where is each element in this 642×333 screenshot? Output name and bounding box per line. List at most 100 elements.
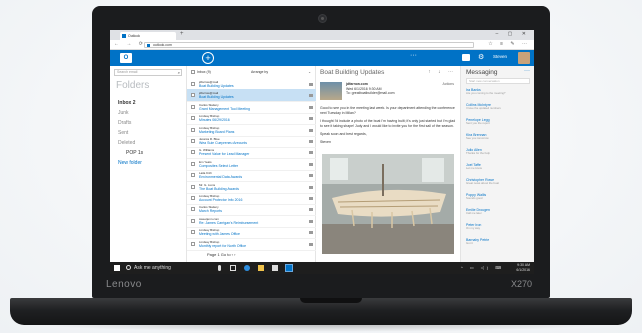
browser-toolbar-icons[interactable]: ☆ ≡ ✎ ⋯: [488, 41, 530, 47]
row-checkbox[interactable]: [191, 184, 195, 189]
folder-sent[interactable]: Sent: [118, 128, 143, 138]
contact-item[interactable]: Barnaby Petrie Got it: [466, 238, 532, 246]
new-tab-icon[interactable]: +: [180, 31, 184, 37]
cortana-placeholder: Ask me anything: [134, 265, 171, 271]
gear-icon[interactable]: ⚙: [478, 53, 484, 61]
task-view-icon[interactable]: [230, 265, 236, 271]
folder-junk[interactable]: Junk: [118, 108, 143, 118]
row-subject: The Boat Building Awards: [199, 186, 240, 191]
actions-link[interactable]: Actions: [443, 82, 454, 86]
envelope-icon: [309, 185, 313, 189]
contact-status: Are you coming to the meeting?: [466, 91, 506, 95]
folder-label: Inbox: [118, 100, 132, 106]
chevron-down-icon[interactable]: ⌄: [308, 70, 311, 74]
envelope-icon: [309, 219, 313, 223]
outlook-favicon-icon: [122, 34, 126, 38]
messaging-pane: Messaging ··· Start new conversation Ira…: [460, 66, 534, 262]
row-checkbox[interactable]: [191, 241, 195, 246]
row-checkbox[interactable]: [191, 161, 195, 166]
contact-status: Call me later: [466, 211, 482, 215]
body-paragraph: I thought I'd include a photo of the boa…: [320, 119, 456, 128]
row-checkbox[interactable]: [191, 173, 195, 178]
folder-list: Inbox 2 Junk Drafts Sent Deleted POP 1s …: [118, 98, 143, 168]
contact-status: Great news about the boat: [466, 181, 499, 185]
laptop-shadow: [30, 324, 612, 332]
message-body: Good to see you in the meeting last week…: [320, 106, 456, 148]
folder-drafts[interactable]: Drafts: [118, 118, 143, 128]
chat-icon[interactable]: [462, 54, 470, 61]
unread-count: 2: [132, 100, 136, 106]
microphone-icon[interactable]: [218, 265, 221, 271]
folder-inbox[interactable]: Inbox 2: [118, 98, 143, 108]
store-icon[interactable]: [272, 265, 278, 271]
browser-tab[interactable]: Outlook: [120, 32, 176, 40]
envelope-icon: [309, 231, 313, 235]
row-checkbox[interactable]: [191, 230, 195, 235]
brand-logo: Lenovo: [106, 279, 142, 290]
contact-item[interactable]: Penelope Legg Sent you the report: [466, 118, 532, 126]
date: 6/1/2016: [516, 268, 530, 272]
row-checkbox[interactable]: [191, 127, 195, 132]
contact-item[interactable]: Peter Iron On my way: [466, 223, 532, 231]
contact-status: Let me know: [466, 166, 482, 170]
site-favicon-icon: [147, 44, 150, 47]
contact-item[interactable]: Ira Banks Are you coming to the meeting?: [466, 88, 532, 96]
body-paragraph: Good to see you in the meeting last week…: [320, 106, 455, 115]
row-checkbox[interactable]: [191, 218, 195, 223]
folder-deleted[interactable]: Deleted: [118, 138, 143, 148]
list-filter[interactable]: Inbox (9): [197, 70, 211, 74]
file-explorer-icon[interactable]: [258, 265, 264, 271]
row-checkbox[interactable]: [191, 116, 195, 121]
contact-item[interactable]: Joel Taffe Let me know: [466, 163, 532, 171]
contact-status: Got it: [466, 241, 473, 245]
folder-pop[interactable]: POP 1s: [118, 148, 143, 158]
window-controls[interactable]: – ▢ ✕: [496, 31, 530, 37]
new-folder-link[interactable]: New folder: [118, 158, 143, 168]
windows-start-icon[interactable]: [114, 265, 120, 271]
new-mail-button[interactable]: +: [202, 52, 214, 64]
row-checkbox[interactable]: [191, 207, 195, 212]
search-input[interactable]: Search email ⌕: [114, 69, 182, 76]
envelope-icon: [309, 242, 313, 246]
avatar[interactable]: [518, 52, 530, 64]
clock[interactable]: 9:30 AM 6/1/2016: [516, 263, 530, 273]
message-subject: Boat Building Updates: [320, 69, 385, 76]
messaging-more-icon[interactable]: ···: [524, 68, 530, 74]
model-label: X270: [510, 279, 532, 289]
row-checkbox[interactable]: [191, 104, 195, 109]
message-nav-icons[interactable]: ↑ ↓ ⋯: [428, 69, 456, 75]
nav-buttons[interactable]: ← → ⟳: [114, 41, 146, 47]
system-tray-icons[interactable]: ^ ▭ ◁) ⌨: [461, 265, 504, 270]
outlook-taskbar-icon[interactable]: [285, 264, 293, 272]
more-icon[interactable]: ···: [410, 52, 417, 59]
laptop-base: [10, 298, 632, 325]
contact-item[interactable]: Poppy Wallis Sounds good: [466, 193, 532, 201]
conversation-input[interactable]: Start new conversation: [466, 78, 530, 84]
browser-tab-strip: Outlook + – ▢ ✕: [110, 30, 534, 40]
pagination[interactable]: Page 1 Go to ‹ ›: [207, 252, 235, 257]
table-row[interactable]: Lindsay Bishop Monthly report for North O…: [187, 238, 317, 251]
row-checkbox[interactable]: [191, 150, 195, 155]
contact-item[interactable]: Julio Allen Thanks for the help: [466, 148, 532, 156]
row-checkbox[interactable]: [191, 82, 195, 86]
sort-dropdown[interactable]: Arrange by: [251, 70, 268, 74]
contact-item[interactable]: Emilie Drougen Call me later: [466, 208, 532, 216]
cortana-search[interactable]: Ask me anything: [126, 264, 216, 272]
user-name[interactable]: Steven: [493, 54, 507, 59]
outlook-logo-icon[interactable]: O: [120, 53, 132, 63]
envelope-icon: [309, 117, 313, 121]
row-subject: Present Value for Lead Manager: [199, 152, 250, 157]
contact-item[interactable]: Kira Brennan See you tomorrow: [466, 133, 532, 141]
select-all-checkbox[interactable]: [191, 70, 195, 75]
row-checkbox[interactable]: [191, 139, 195, 143]
edge-icon[interactable]: [244, 265, 250, 271]
row-checkbox[interactable]: [191, 196, 195, 200]
search-icon[interactable]: ⌕: [178, 70, 180, 75]
folders-title: Folders: [116, 80, 150, 91]
boat-photo: [322, 154, 454, 254]
contact-item[interactable]: Christopher Rowe Great news about the boa…: [466, 178, 532, 186]
contact-item[interactable]: Collins McIntyre I have the updated numbe…: [466, 103, 532, 111]
url-input[interactable]: outlook.com: [144, 42, 474, 48]
webcam-icon: [318, 14, 327, 23]
row-checkbox[interactable]: [191, 93, 195, 98]
